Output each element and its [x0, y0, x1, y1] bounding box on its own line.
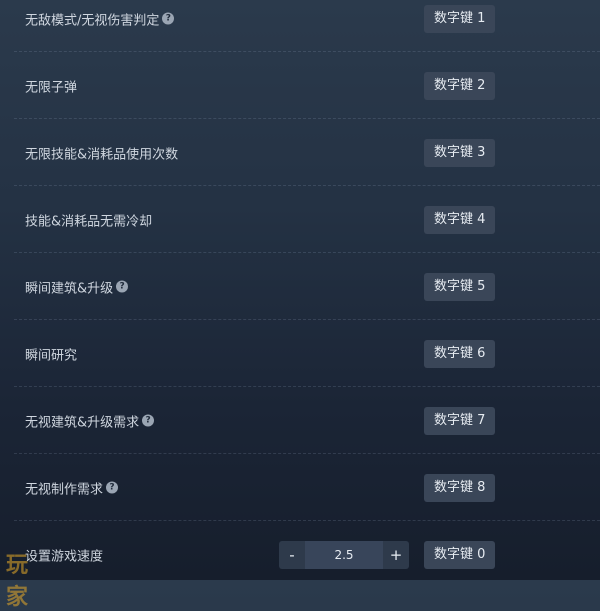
hotkey-button-4[interactable]: 数字键 4	[424, 205, 496, 234]
cheat-row-ignore-build-requirements: 无视建筑&升级需求 ? 数字键 7	[0, 387, 600, 454]
game-speed-stepper: - 2.5 +	[279, 540, 409, 569]
cheat-label: 无限技能&消耗品使用次数	[25, 147, 179, 162]
cheat-label: 无视建筑&升级需求 ?	[25, 411, 155, 430]
cheat-label: 无视制作需求 ?	[25, 478, 119, 497]
cheat-row-no-cooldown: 技能&消耗品无需冷却 数字键 4	[0, 186, 600, 253]
hotkey-button-5[interactable]: 数字键 5	[424, 272, 496, 301]
hotkey-button-7[interactable]: 数字键 7	[424, 406, 496, 435]
cheat-row-invincible: 无敌模式/无视伤害判定 ? 数字键 1	[0, 0, 600, 52]
watermark-logo: 玩家	[6, 552, 59, 609]
game-speed-value[interactable]: 2.5	[305, 540, 383, 569]
hotkey-button-2[interactable]: 数字键 2	[424, 71, 496, 100]
cheat-label: 瞬间研究	[25, 348, 78, 363]
cheat-row-instant-research: 瞬间研究 数字键 6	[0, 320, 600, 387]
cheat-label: 无敌模式/无视伤害判定 ?	[25, 9, 175, 28]
question-circle-icon[interactable]: ?	[116, 280, 129, 293]
question-circle-icon[interactable]: ?	[106, 481, 119, 494]
cheat-label: 技能&消耗品无需冷却	[25, 214, 153, 229]
question-circle-icon[interactable]: ?	[142, 414, 155, 427]
decrease-speed-button[interactable]: -	[279, 541, 305, 569]
cheat-row-infinite-skills: 无限技能&消耗品使用次数 数字键 3	[0, 119, 600, 186]
cheat-row-instant-build: 瞬间建筑&升级 ? 数字键 5	[0, 253, 600, 320]
hotkey-button-8[interactable]: 数字键 8	[424, 473, 496, 502]
question-circle-icon[interactable]: ?	[162, 12, 175, 25]
cheat-label: 无限子弹	[25, 80, 78, 95]
site-watermark: 玩家	[2, 545, 102, 609]
cheat-row-ignore-craft-requirements: 无视制作需求 ? 数字键 8	[0, 454, 600, 521]
hotkey-button-6[interactable]: 数字键 6	[424, 339, 496, 368]
hotkey-button-0[interactable]: 数字键 0	[424, 540, 496, 569]
cheat-label: 瞬间建筑&升级 ?	[25, 277, 129, 296]
hotkey-button-3[interactable]: 数字键 3	[424, 138, 496, 167]
cheat-list: 无敌模式/无视伤害判定 ? 数字键 1 无限子弹 数字键 2 无限技能&消耗品使…	[0, 0, 600, 580]
increase-speed-button[interactable]: +	[383, 541, 409, 569]
cheat-row-infinite-ammo: 无限子弹 数字键 2	[0, 52, 600, 119]
hotkey-button-1[interactable]: 数字键 1	[424, 4, 496, 33]
